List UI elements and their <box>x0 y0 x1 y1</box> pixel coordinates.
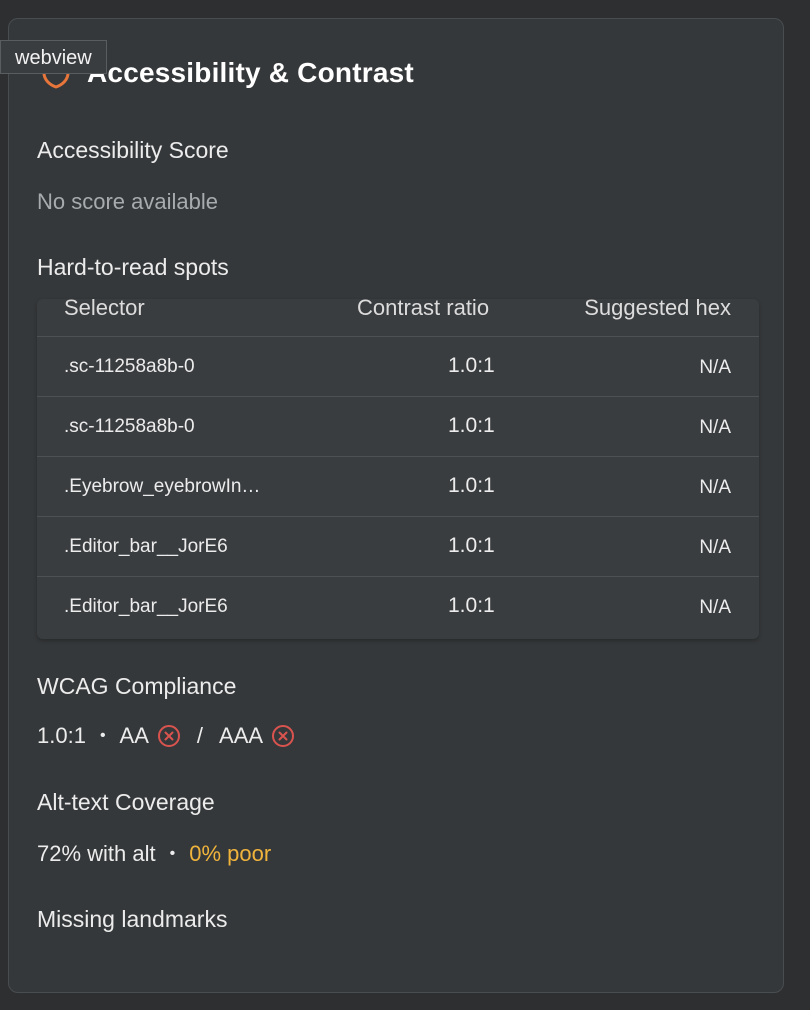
column-selector[interactable]: Selector <box>64 299 145 321</box>
panel-title: Accessibility & Contrast <box>87 57 414 88</box>
row-hex: N/A <box>699 597 731 618</box>
x-circle-icon <box>272 725 295 747</box>
alt-poor-value: 0% poor <box>189 841 272 866</box>
separator-dot: • <box>99 727 106 744</box>
alt-text-label: Alt-text Coverage <box>37 789 215 815</box>
table-header: Selector Contrast ratio Suggested hex <box>37 299 759 337</box>
row-selector: .Editor_bar__JorE6 <box>64 596 228 617</box>
accessibility-panel: Accessibility & Contrast Accessibility S… <box>8 18 784 993</box>
row-hex: N/A <box>699 417 731 438</box>
table-row[interactable]: .Editor_bar__JorE6 1.0:1 N/A <box>37 577 759 637</box>
row-selector: .sc-11258a8b-0 <box>64 416 195 437</box>
table-row[interactable]: .Eyebrow_eyebrowIn… 1.0:1 N/A <box>37 457 759 517</box>
score-value: No score available <box>37 189 218 214</box>
table-row[interactable]: .Editor_bar__JorE6 1.0:1 N/A <box>37 517 759 577</box>
wcag-aaa-label: AAA <box>219 723 264 748</box>
score-label: Accessibility Score <box>37 137 229 163</box>
table-row[interactable]: .sc-11258a8b-0 1.0:1 N/A <box>37 397 759 457</box>
table-row[interactable]: .sc-11258a8b-0 1.0:1 N/A <box>37 337 759 397</box>
alt-text-summary: 72% with alt • 0% poor <box>37 841 271 867</box>
row-ratio: 1.0:1 <box>448 414 495 437</box>
landmarks-label: Missing landmarks <box>37 906 228 932</box>
separator-dot: • <box>169 845 176 862</box>
row-hex: N/A <box>699 477 731 498</box>
wcag-label: WCAG Compliance <box>37 673 237 699</box>
row-ratio: 1.0:1 <box>448 534 495 557</box>
x-circle-icon <box>157 725 180 747</box>
wcag-ratio: 1.0:1 <box>37 723 86 748</box>
row-hex: N/A <box>699 537 731 558</box>
row-ratio: 1.0:1 <box>448 354 495 377</box>
row-selector: .sc-11258a8b-0 <box>64 356 195 377</box>
row-ratio: 1.0:1 <box>448 474 495 497</box>
row-hex: N/A <box>699 357 731 378</box>
wcag-summary: 1.0:1 • AA / AAA <box>37 723 295 749</box>
wcag-aa-label: AA <box>119 723 149 748</box>
hard-to-read-table: Selector Contrast ratio Suggested hex .s… <box>37 299 759 639</box>
row-selector: .Eyebrow_eyebrowIn… <box>64 476 261 497</box>
webview-tooltip: webview <box>0 40 107 74</box>
row-selector: .Editor_bar__JorE6 <box>64 536 228 557</box>
column-suggested-hex[interactable]: Suggested hex <box>584 299 731 321</box>
wcag-slash: / <box>196 723 204 748</box>
row-ratio: 1.0:1 <box>448 594 495 617</box>
spots-label: Hard-to-read spots <box>37 254 229 280</box>
column-contrast-ratio[interactable]: Contrast ratio <box>357 299 489 321</box>
alt-with-value: 72% with alt <box>37 841 156 866</box>
